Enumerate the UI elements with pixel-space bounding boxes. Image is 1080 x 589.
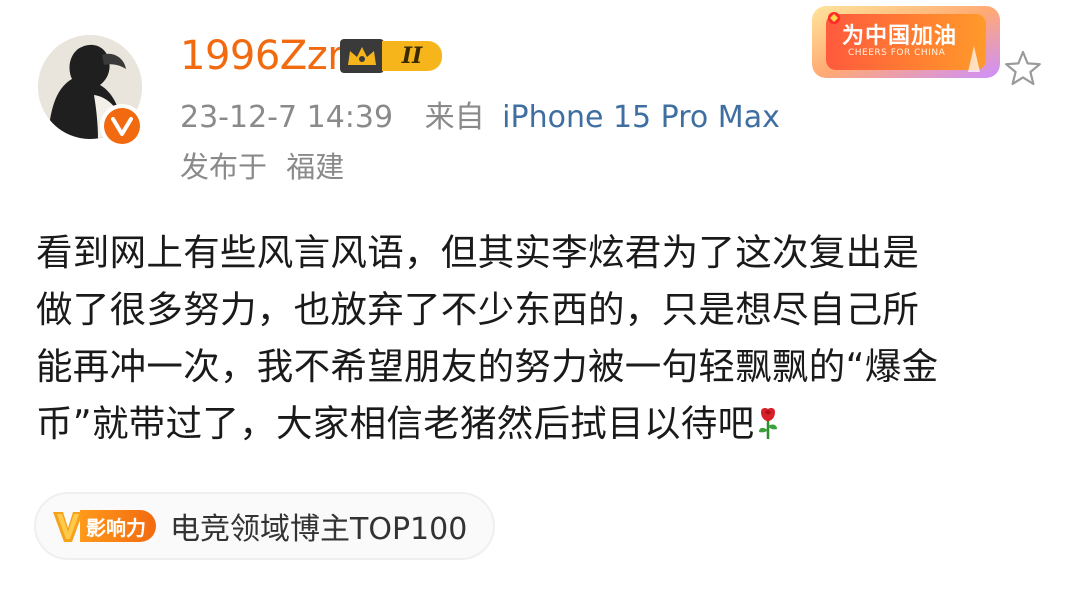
post-location: 发布于 福建 (180, 146, 344, 188)
influence-label: 影响力 (80, 510, 156, 542)
influence-badge: 影响力 (50, 508, 156, 544)
weibo-post-card: 1996Zzr II 23-12-7 14:39 来自 iPhone 15 Pr… (0, 0, 1080, 589)
crown-icon (340, 39, 384, 73)
post-content: 看到网上有些风言风语，但其实李炫君为了这次复出是 做了很多努力，也放弃了不少东西… (36, 224, 1036, 456)
member-level-badge[interactable]: II (340, 38, 442, 74)
member-level: II (382, 41, 442, 71)
post-timestamp: 23-12-7 14:39 (180, 100, 394, 135)
favorite-button[interactable] (1000, 46, 1046, 92)
verified-badge (100, 104, 144, 148)
verified-v-icon (104, 108, 140, 144)
content-line: 做了很多努力，也放弃了不少东西的，只是想尽自己所 (36, 288, 920, 331)
event-badge-title: 为中国加油 (842, 24, 958, 49)
source-device-link[interactable]: iPhone 15 Pro Max (502, 100, 780, 135)
influence-tag-text: 电竞领域博主TOP100 (170, 512, 468, 547)
rose-icon (756, 399, 780, 456)
location-name: 福建 (286, 150, 345, 184)
source-prefix: 来自 (424, 100, 485, 135)
event-badge-subtitle: CHEERS FOR CHINA (848, 48, 946, 58)
content-line: 能再冲一次，我不希望朋友的努力被一句轻飘飘的“爆金 (36, 345, 939, 388)
star-icon (1005, 50, 1041, 86)
post-meta: 23-12-7 14:39 来自 iPhone 15 Pro Max (180, 96, 780, 140)
influence-tag[interactable]: 影响力 电竞领域博主TOP100 (34, 492, 496, 560)
username[interactable]: 1996Zzr (180, 30, 344, 82)
cheers-for-china-badge[interactable]: 为中国加油 CHEERS FOR CHINA (808, 2, 1004, 82)
content-line-text: 币”就带过了，大家相信老猪然后拭目以待吧 (36, 402, 755, 445)
content-line-last: 币”就带过了，大家相信老猪然后拭目以待吧 (36, 395, 1036, 456)
content-line: 看到网上有些风言风语，但其实李炫君为了这次复出是 (36, 231, 920, 274)
location-label: 发布于 (180, 150, 268, 184)
